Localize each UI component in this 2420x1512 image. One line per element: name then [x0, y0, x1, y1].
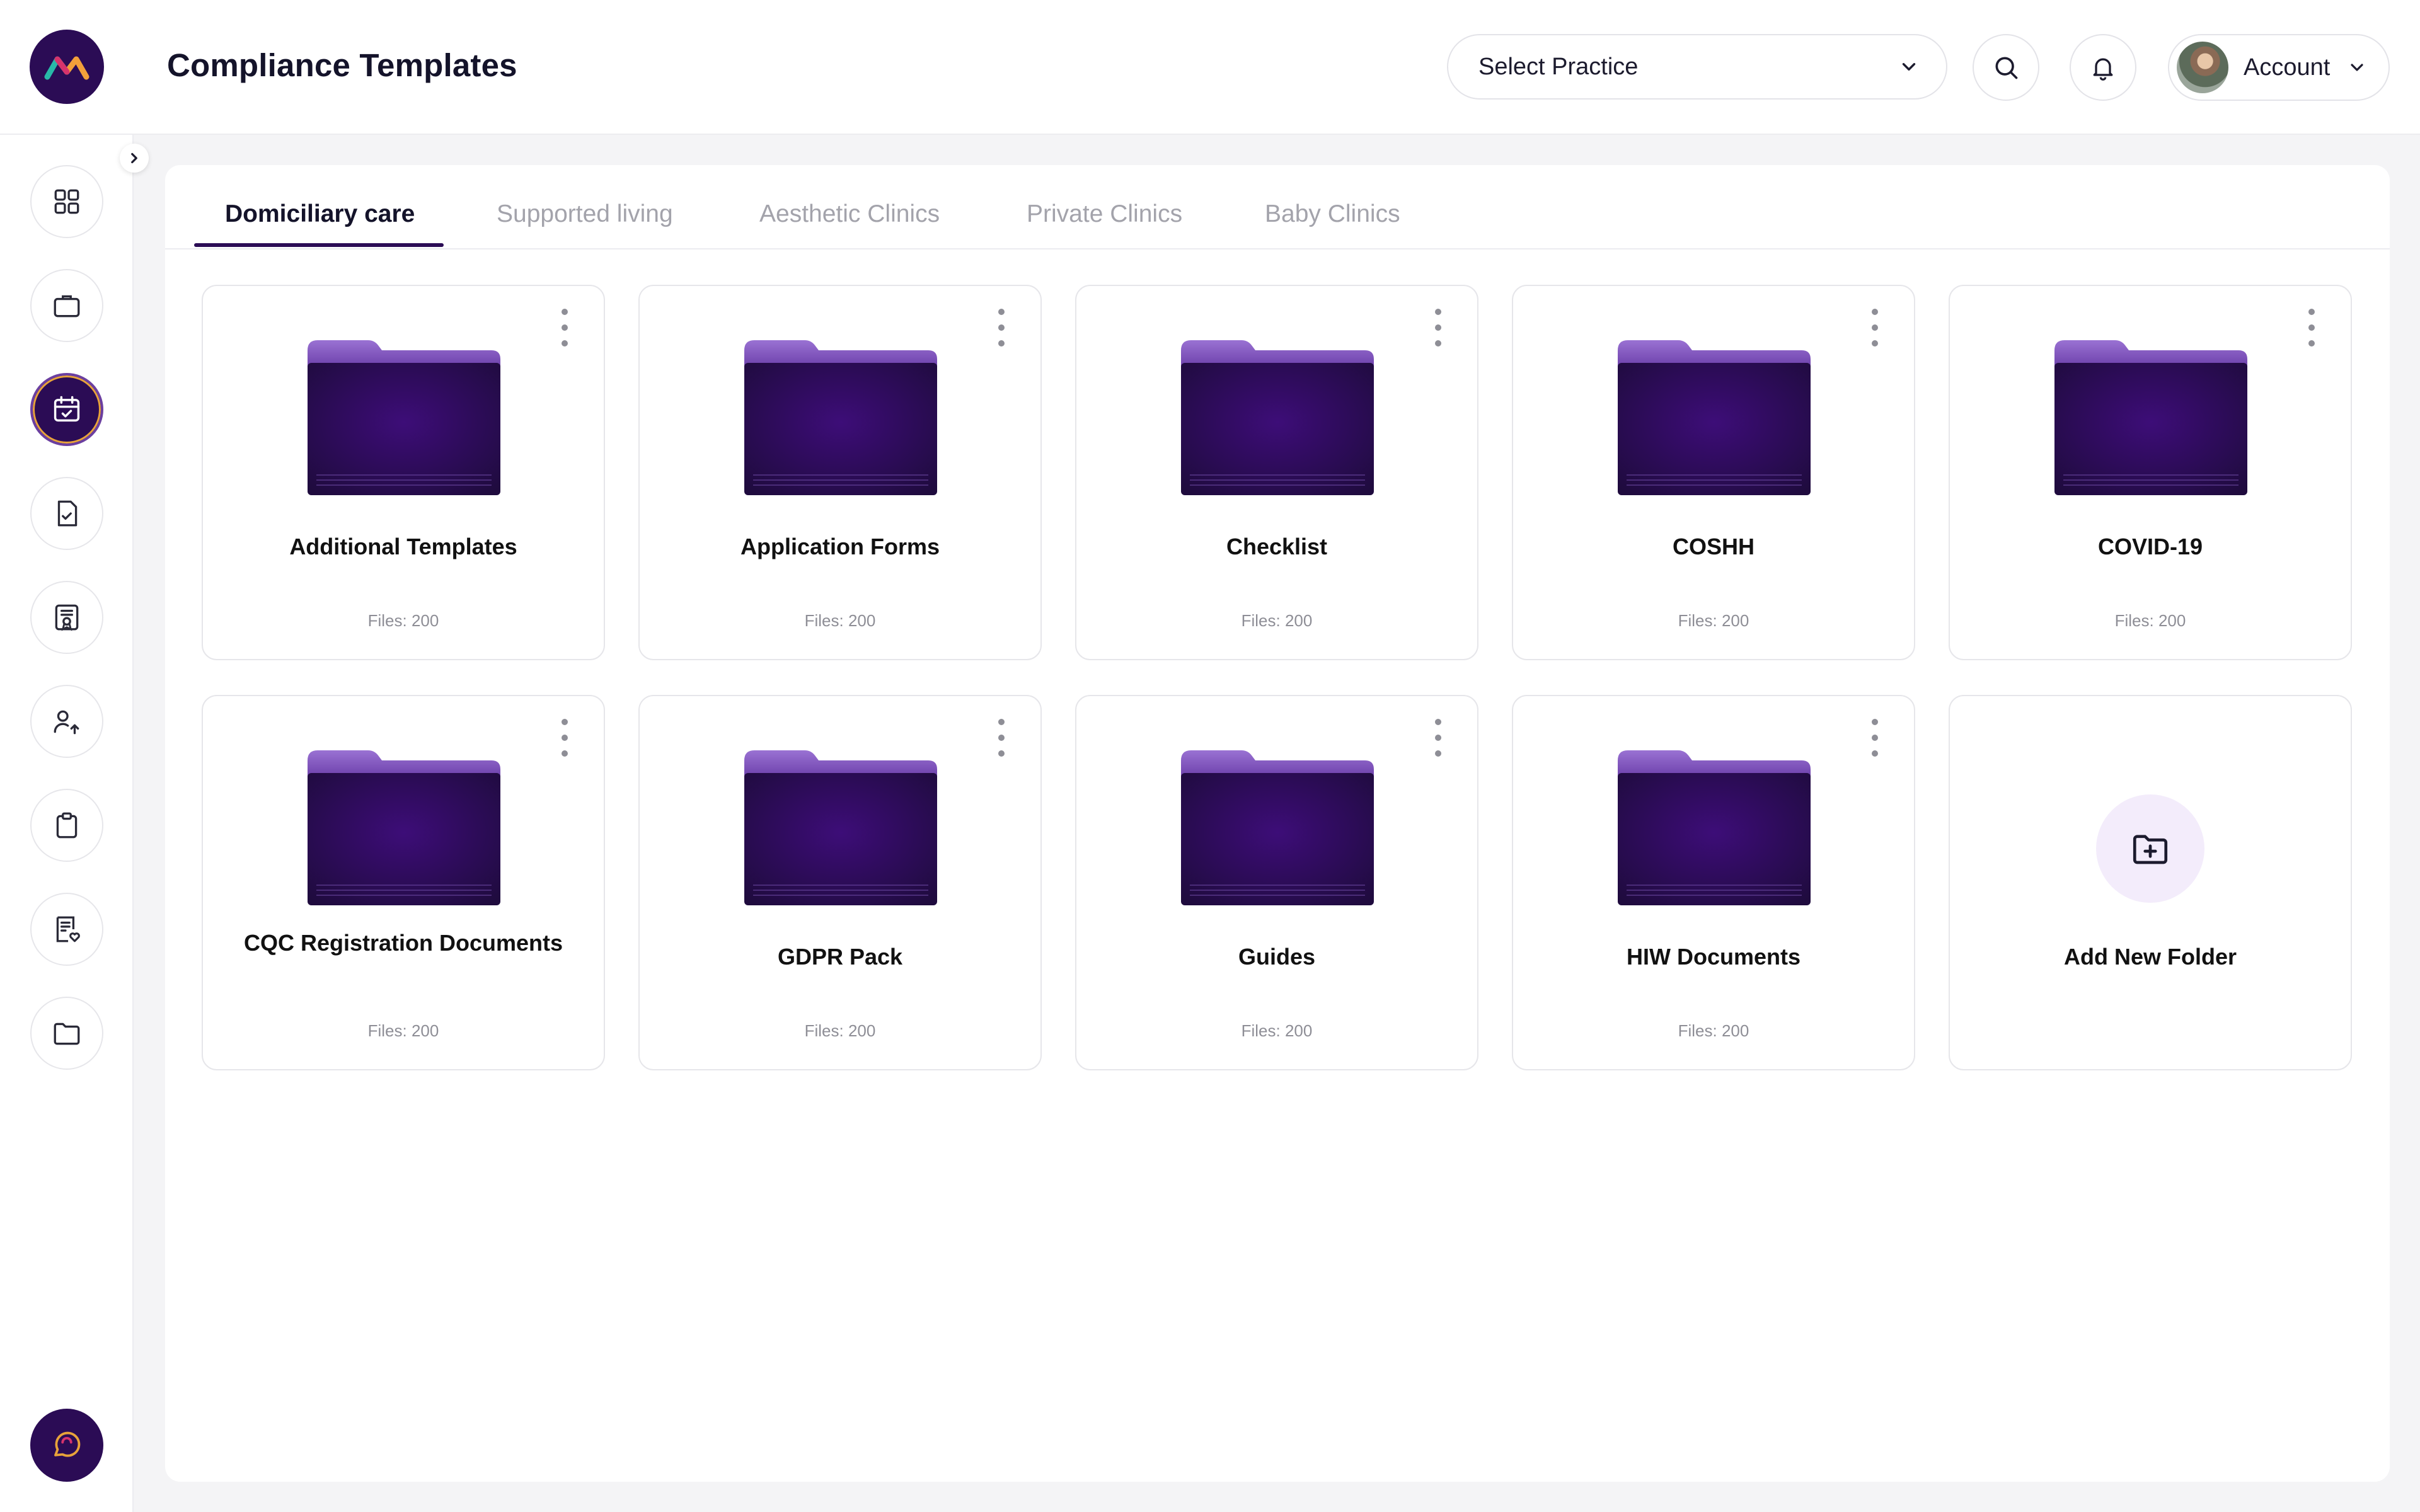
more-options-icon[interactable]	[1867, 309, 1882, 346]
tab-domiciliary-care[interactable]: Domiciliary care	[225, 200, 415, 228]
folder-file-count: Files: 200	[2114, 611, 2186, 630]
folder-card[interactable]: Guides Files: 200	[1075, 695, 1478, 1070]
briefcase-icon	[54, 295, 80, 318]
category-tabs: Domiciliary care Supported living Aesthe…	[165, 165, 2390, 249]
folder-name: CQC Registration Documents	[243, 930, 563, 956]
account-menu[interactable]: Account	[2168, 34, 2390, 101]
avatar	[2177, 42, 2228, 93]
folder-card[interactable]: Application Forms Files: 200	[638, 285, 1042, 660]
tab-private-clinics[interactable]: Private Clinics	[1027, 200, 1182, 228]
folder-icon	[54, 1022, 80, 1045]
document-heart-icon	[56, 916, 80, 942]
tab-aesthetic-clinics[interactable]: Aesthetic Clinics	[759, 200, 940, 228]
folder-icon	[1618, 750, 1811, 905]
more-options-icon[interactable]	[994, 309, 1009, 346]
sidebar-item-folders[interactable]	[30, 997, 103, 1070]
tab-supported-living[interactable]: Supported living	[497, 200, 673, 228]
sidebar-item-documents[interactable]	[30, 477, 103, 550]
select-practice-dropdown[interactable]: Select Practice	[1447, 34, 1947, 100]
chevron-down-icon	[2351, 64, 2363, 71]
folder-card[interactable]: Checklist Files: 200	[1075, 285, 1478, 660]
active-tab-indicator	[194, 243, 444, 247]
chat-support-icon	[54, 1431, 81, 1457]
account-label: Account	[2244, 54, 2331, 81]
folder-file-count: Files: 200	[1678, 1021, 1749, 1040]
folder-file-count: Files: 200	[804, 1021, 876, 1040]
folder-file-count: Files: 200	[804, 611, 876, 630]
notifications-button[interactable]	[2070, 34, 2136, 101]
users-upload-icon	[54, 710, 79, 735]
document-check-icon	[57, 500, 78, 527]
add-folder-label: Add New Folder	[2063, 944, 2237, 970]
more-options-icon[interactable]	[557, 309, 572, 346]
folder-icon	[744, 340, 937, 495]
folder-name: Guides	[1238, 944, 1316, 970]
more-options-icon[interactable]	[557, 719, 572, 757]
page-title: Compliance Templates	[167, 47, 517, 83]
templates-panel: Domiciliary care Supported living Aesthe…	[165, 165, 2390, 1482]
select-practice-value: Select Practice	[1478, 53, 1639, 80]
folder-file-count: Files: 200	[367, 611, 439, 630]
folder-icon	[308, 340, 500, 495]
folder-icon	[308, 750, 500, 905]
add-new-folder-card[interactable]: Add New Folder	[1949, 695, 2352, 1070]
sidebar-item-staff[interactable]	[30, 685, 103, 758]
sidebar-item-calendar[interactable]	[30, 373, 103, 446]
folder-icon	[1618, 340, 1811, 495]
folder-card[interactable]: CQC Registration Documents Files: 200	[202, 695, 605, 1070]
folder-card[interactable]: Additional Templates Files: 200	[202, 285, 605, 660]
more-options-icon[interactable]	[2304, 309, 2319, 346]
sidebar-expand-button[interactable]	[120, 144, 149, 173]
sidebar-item-policies[interactable]	[30, 893, 103, 966]
sidebar-item-dashboard[interactable]	[30, 165, 103, 238]
folder-name: Checklist	[1226, 534, 1328, 559]
search-button[interactable]	[1973, 34, 2039, 101]
more-options-icon[interactable]	[1431, 309, 1446, 346]
folder-name: COVID-19	[2097, 534, 2203, 559]
folder-name: HIW Documents	[1626, 944, 1801, 970]
folder-icon	[2054, 340, 2247, 495]
more-options-icon[interactable]	[1867, 719, 1882, 757]
certificate-icon	[55, 604, 79, 631]
folder-card[interactable]: COSHH Files: 200	[1512, 285, 1915, 660]
calendar-check-icon	[54, 396, 80, 422]
search-icon	[1995, 57, 2018, 79]
folder-icon	[1181, 340, 1374, 495]
folder-icon	[1181, 750, 1374, 905]
folder-file-count: Files: 200	[1241, 1021, 1313, 1040]
folder-card[interactable]: HIW Documents Files: 200	[1512, 695, 1915, 1070]
folder-file-count: Files: 200	[1678, 611, 1749, 630]
folder-name: COSHH	[1672, 534, 1754, 559]
chevron-down-icon	[1902, 63, 1916, 71]
top-header: Compliance Templates Select Practice Acc…	[0, 0, 2420, 135]
folder-plus-icon	[2133, 835, 2168, 864]
clipboard-icon	[56, 812, 78, 839]
logo-mark-icon	[44, 56, 89, 80]
folder-file-count: Files: 200	[1241, 611, 1313, 630]
dashboard-grid-icon	[54, 189, 79, 214]
folder-icon	[744, 750, 937, 905]
folder-name: GDPR Pack	[777, 944, 903, 970]
sidebar-item-clipboard[interactable]	[30, 789, 103, 862]
app-logo[interactable]	[30, 30, 104, 104]
add-folder-button[interactable]	[2096, 794, 2204, 903]
folder-name: Application Forms	[740, 534, 940, 559]
folder-card[interactable]: COVID-19 Files: 200	[1949, 285, 2352, 660]
folder-name: Additional Templates	[289, 534, 517, 559]
folder-card[interactable]: GDPR Pack Files: 200	[638, 695, 1042, 1070]
sidebar-item-jobs[interactable]	[30, 269, 103, 342]
more-options-icon[interactable]	[1431, 719, 1446, 757]
more-options-icon[interactable]	[994, 719, 1009, 757]
bell-icon	[2093, 58, 2113, 81]
support-chat-button[interactable]	[30, 1409, 103, 1482]
tab-baby-clinics[interactable]: Baby Clinics	[1265, 200, 1400, 228]
folder-file-count: Files: 200	[367, 1021, 439, 1040]
sidebar-item-certificates[interactable]	[30, 581, 103, 654]
chevron-right-icon	[131, 152, 137, 164]
